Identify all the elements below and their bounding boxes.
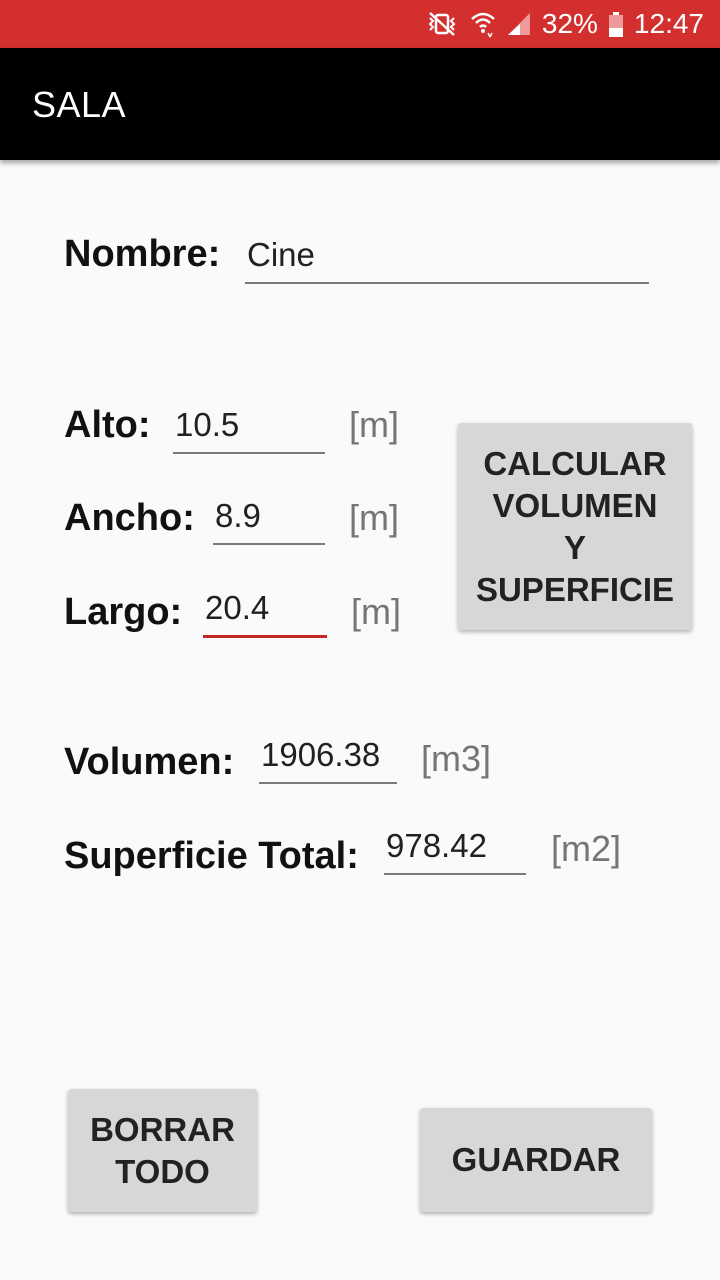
nombre-label: Nombre:: [64, 233, 221, 275]
status-bar: 32% 12:47: [0, 0, 720, 48]
nombre-field[interactable]: Cine: [245, 232, 649, 284]
wifi-icon: [470, 0, 496, 48]
volumen-field[interactable]: 1906.38: [259, 732, 397, 784]
status-icons: 32% 12:47: [424, 0, 704, 48]
guardar-button[interactable]: GUARDAR: [420, 1108, 652, 1212]
superficie-unit: [m2]: [551, 828, 622, 869]
app-bar: SALA: [0, 48, 720, 160]
superficie-label: Superficie Total:: [64, 835, 359, 877]
signal-icon: [506, 0, 532, 48]
largo-unit: [m]: [351, 591, 401, 632]
ancho-field[interactable]: 8.9: [213, 493, 325, 545]
ancho-label: Ancho:: [64, 497, 195, 539]
ancho-unit: [m]: [349, 497, 399, 538]
alto-field[interactable]: 10.5: [173, 402, 325, 454]
app-title: SALA: [32, 84, 127, 125]
vibrate-mute-icon: [424, 0, 460, 48]
alto-unit: [m]: [349, 404, 399, 445]
largo-label: Largo:: [64, 591, 183, 633]
nombre-value: Cine: [247, 236, 315, 273]
volumen-unit: [m3]: [421, 738, 492, 779]
superficie-value: 978.42: [386, 827, 487, 864]
alto-value: 10.5: [175, 406, 240, 443]
battery-percent: 32%: [541, 8, 598, 39]
battery-icon: [608, 0, 624, 48]
ancho-value: 8.9: [215, 497, 261, 534]
calcular-button[interactable]: CALCULAR VOLUMEN Y SUPERFICIE: [458, 423, 692, 630]
borrar-todo-button[interactable]: BORRAR TODO: [68, 1089, 257, 1212]
clock: 12:47: [633, 8, 704, 39]
superficie-field[interactable]: 978.42: [384, 823, 526, 875]
largo-value: 20.4: [205, 589, 270, 626]
largo-field[interactable]: 20.4: [203, 586, 327, 638]
volumen-value: 1906.38: [261, 736, 381, 773]
alto-label: Alto:: [64, 404, 151, 446]
volumen-label: Volumen:: [64, 741, 235, 783]
